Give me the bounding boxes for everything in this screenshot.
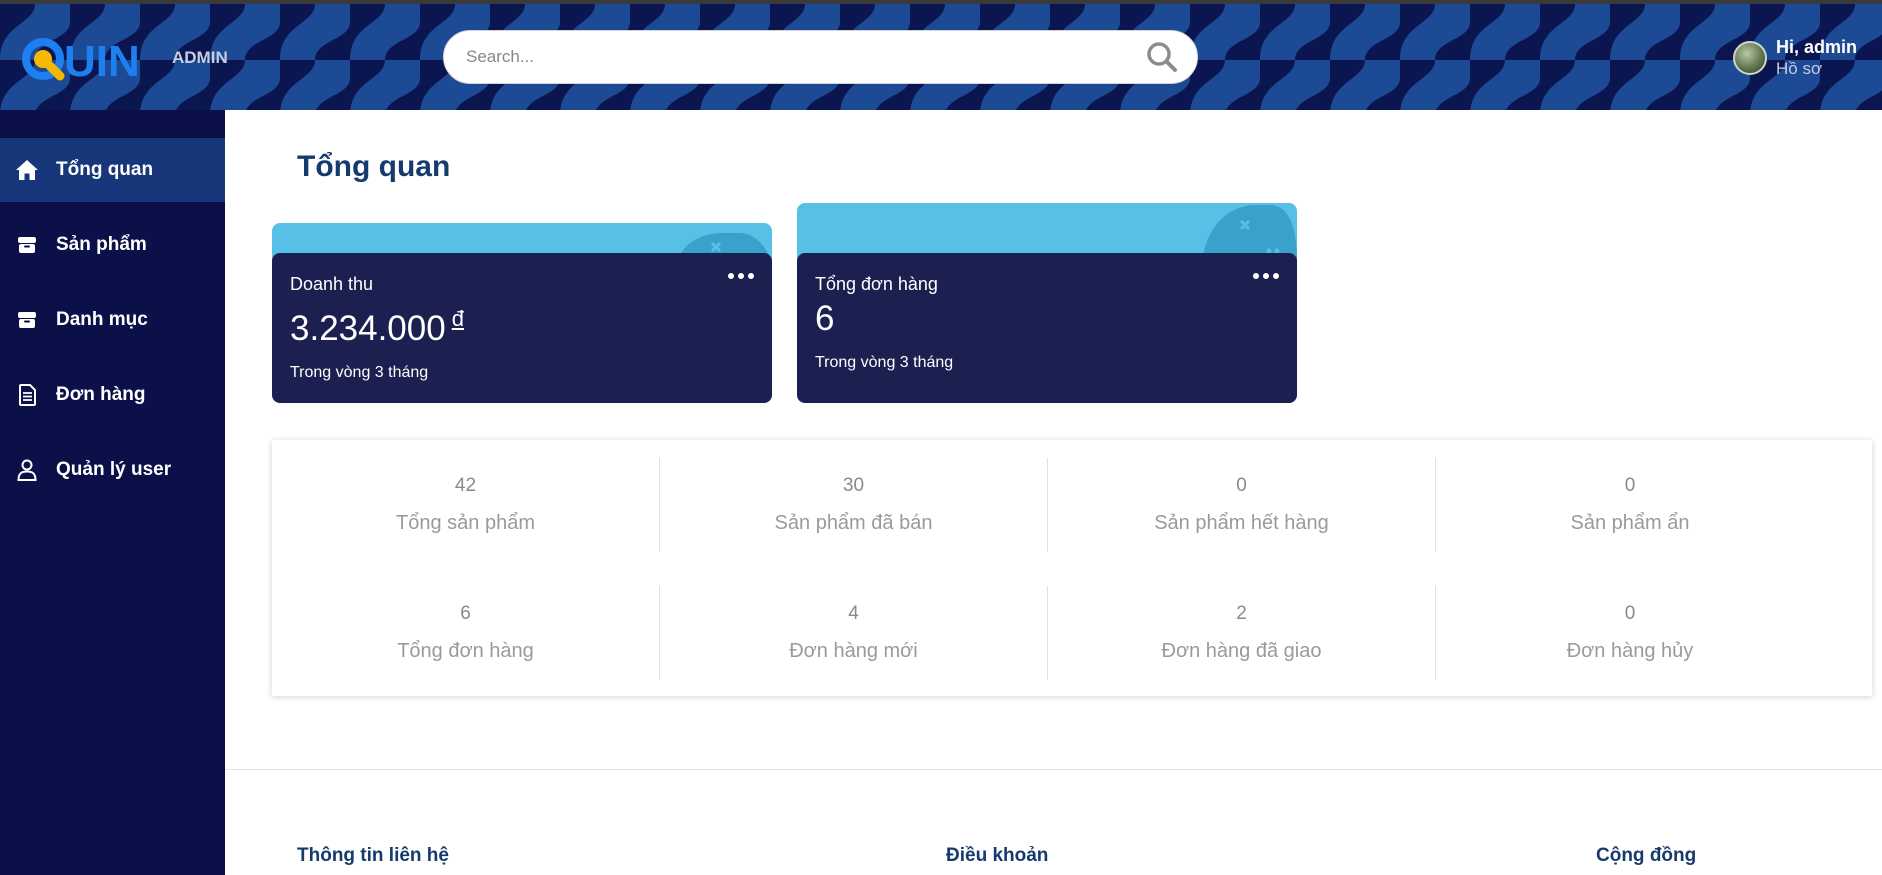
stat-products-hidden: 0 Sản phẩm ẩn xyxy=(1436,458,1824,552)
sidebar-item-label: Quản lý user xyxy=(56,459,172,480)
avatar[interactable] xyxy=(1733,41,1767,75)
footer-terms-heading: Điều khoản xyxy=(946,845,1049,866)
more-options-icon[interactable] xyxy=(728,273,754,279)
search-input[interactable] xyxy=(444,47,1145,67)
logo[interactable]: UIN xyxy=(20,34,145,84)
card-value: 3.234.000 đ xyxy=(290,297,754,351)
user-icon xyxy=(14,457,40,483)
stat-label: Đơn hàng hủy xyxy=(1566,640,1694,662)
sidebar-item-orders[interactable]: Đơn hàng xyxy=(0,363,225,427)
stats-row-products: 42 Tổng sản phẩm 30 Sản phẩm đã bán 0 Sả… xyxy=(272,458,1872,552)
document-icon xyxy=(14,382,40,408)
sidebar-item-label: Tổng quan xyxy=(56,159,154,180)
admin-label: ADMIN xyxy=(172,48,228,67)
stats-row-orders: 6 Tổng đơn hàng 4 Đơn hàng mới 2 Đơn hàn… xyxy=(272,586,1872,680)
sidebar-item-products[interactable]: Sản phẩm xyxy=(0,213,225,277)
sidebar-item-overview[interactable]: Tổng quan xyxy=(0,138,225,202)
stat-products-out-of-stock: 0 Sản phẩm hết hàng xyxy=(1048,458,1436,552)
sidebar: Tổng quan Sản phẩm Danh mục Đơn hàng Quả… xyxy=(0,110,225,875)
header: UIN ADMIN Hi, admin Hồ sơ xyxy=(0,4,1882,110)
stat-value: 30 xyxy=(842,475,865,496)
revenue-amount: 3.234.000 xyxy=(290,309,446,348)
box-icon xyxy=(14,307,40,333)
search-icon[interactable] xyxy=(1145,40,1179,74)
card-body: Tổng đơn hàng 6 Trong vòng 3 tháng xyxy=(797,253,1297,403)
stat-value: 0 xyxy=(1624,603,1636,624)
profile-link[interactable]: Hồ sơ xyxy=(1776,58,1857,80)
greeting-text: Hi, admin xyxy=(1776,37,1858,57)
sidebar-item-label: Danh mục xyxy=(56,309,148,330)
stat-value: 4 xyxy=(848,603,859,624)
stat-value: 0 xyxy=(1624,475,1636,496)
sidebar-item-categories[interactable]: Danh mục xyxy=(0,288,225,352)
footer-divider xyxy=(225,769,1882,770)
card-subtitle: Trong vòng 3 tháng xyxy=(290,364,429,381)
stat-value: 0 xyxy=(1236,475,1247,496)
more-options-icon[interactable] xyxy=(1253,273,1279,279)
card-value: 6 xyxy=(815,297,1279,341)
stat-total-products: 42 Tổng sản phẩm xyxy=(272,458,660,552)
search-bar xyxy=(443,30,1198,84)
main-content: Tổng quan Doanh thu 3.234.000 đ Trong vòn… xyxy=(225,110,1882,875)
stat-label: Sản phẩm đã bán xyxy=(774,512,933,534)
home-icon xyxy=(14,157,40,183)
sidebar-item-label: Sản phẩm xyxy=(56,234,147,255)
stat-total-orders: 6 Tổng đơn hàng xyxy=(272,586,660,680)
box-icon xyxy=(14,232,40,258)
stat-label: Đơn hàng đã giao xyxy=(1161,640,1322,662)
card-subtitle: Trong vòng 3 tháng xyxy=(815,354,954,371)
logo-mark: UIN xyxy=(22,37,140,84)
stat-value: 2 xyxy=(1236,603,1247,624)
card-label: Tổng đơn hàng xyxy=(815,274,938,294)
stat-label: Sản phẩm ẩn xyxy=(1570,512,1690,534)
footer-contact-heading: Thông tin liên hệ xyxy=(297,845,449,866)
stat-cancelled-orders: 0 Đơn hàng hủy xyxy=(1436,586,1824,680)
stat-new-orders: 4 Đơn hàng mới xyxy=(660,586,1048,680)
card-body: Doanh thu 3.234.000 đ Trong vòng 3 tháng xyxy=(272,253,772,403)
stat-delivered-orders: 2 Đơn hàng đã giao xyxy=(1048,586,1436,680)
sidebar-item-label: Đơn hàng xyxy=(56,384,146,405)
stat-value: 42 xyxy=(454,475,477,496)
page-title: Tổng quan xyxy=(297,150,451,183)
svg-text:UIN: UIN xyxy=(64,37,140,84)
stat-products-sold: 30 Sản phẩm đã bán xyxy=(660,458,1048,552)
stat-label: Tổng sản phẩm xyxy=(396,512,535,534)
stat-value: 6 xyxy=(460,603,471,624)
user-menu[interactable]: Hi, admin Hồ sơ xyxy=(1733,36,1857,80)
stats-panel: 42 Tổng sản phẩm 30 Sản phẩm đã bán 0 Sả… xyxy=(272,440,1872,696)
stat-label: Sản phẩm hết hàng xyxy=(1154,512,1329,534)
orders-count: 6 xyxy=(815,299,835,338)
sidebar-item-user-management[interactable]: Quản lý user xyxy=(0,438,225,502)
currency-symbol: đ xyxy=(451,306,464,331)
stat-label: Đơn hàng mới xyxy=(789,640,918,662)
stat-label: Tổng đơn hàng xyxy=(397,640,534,662)
card-label: Doanh thu xyxy=(290,274,374,294)
footer-community-heading: Cộng đồng xyxy=(1596,845,1697,866)
